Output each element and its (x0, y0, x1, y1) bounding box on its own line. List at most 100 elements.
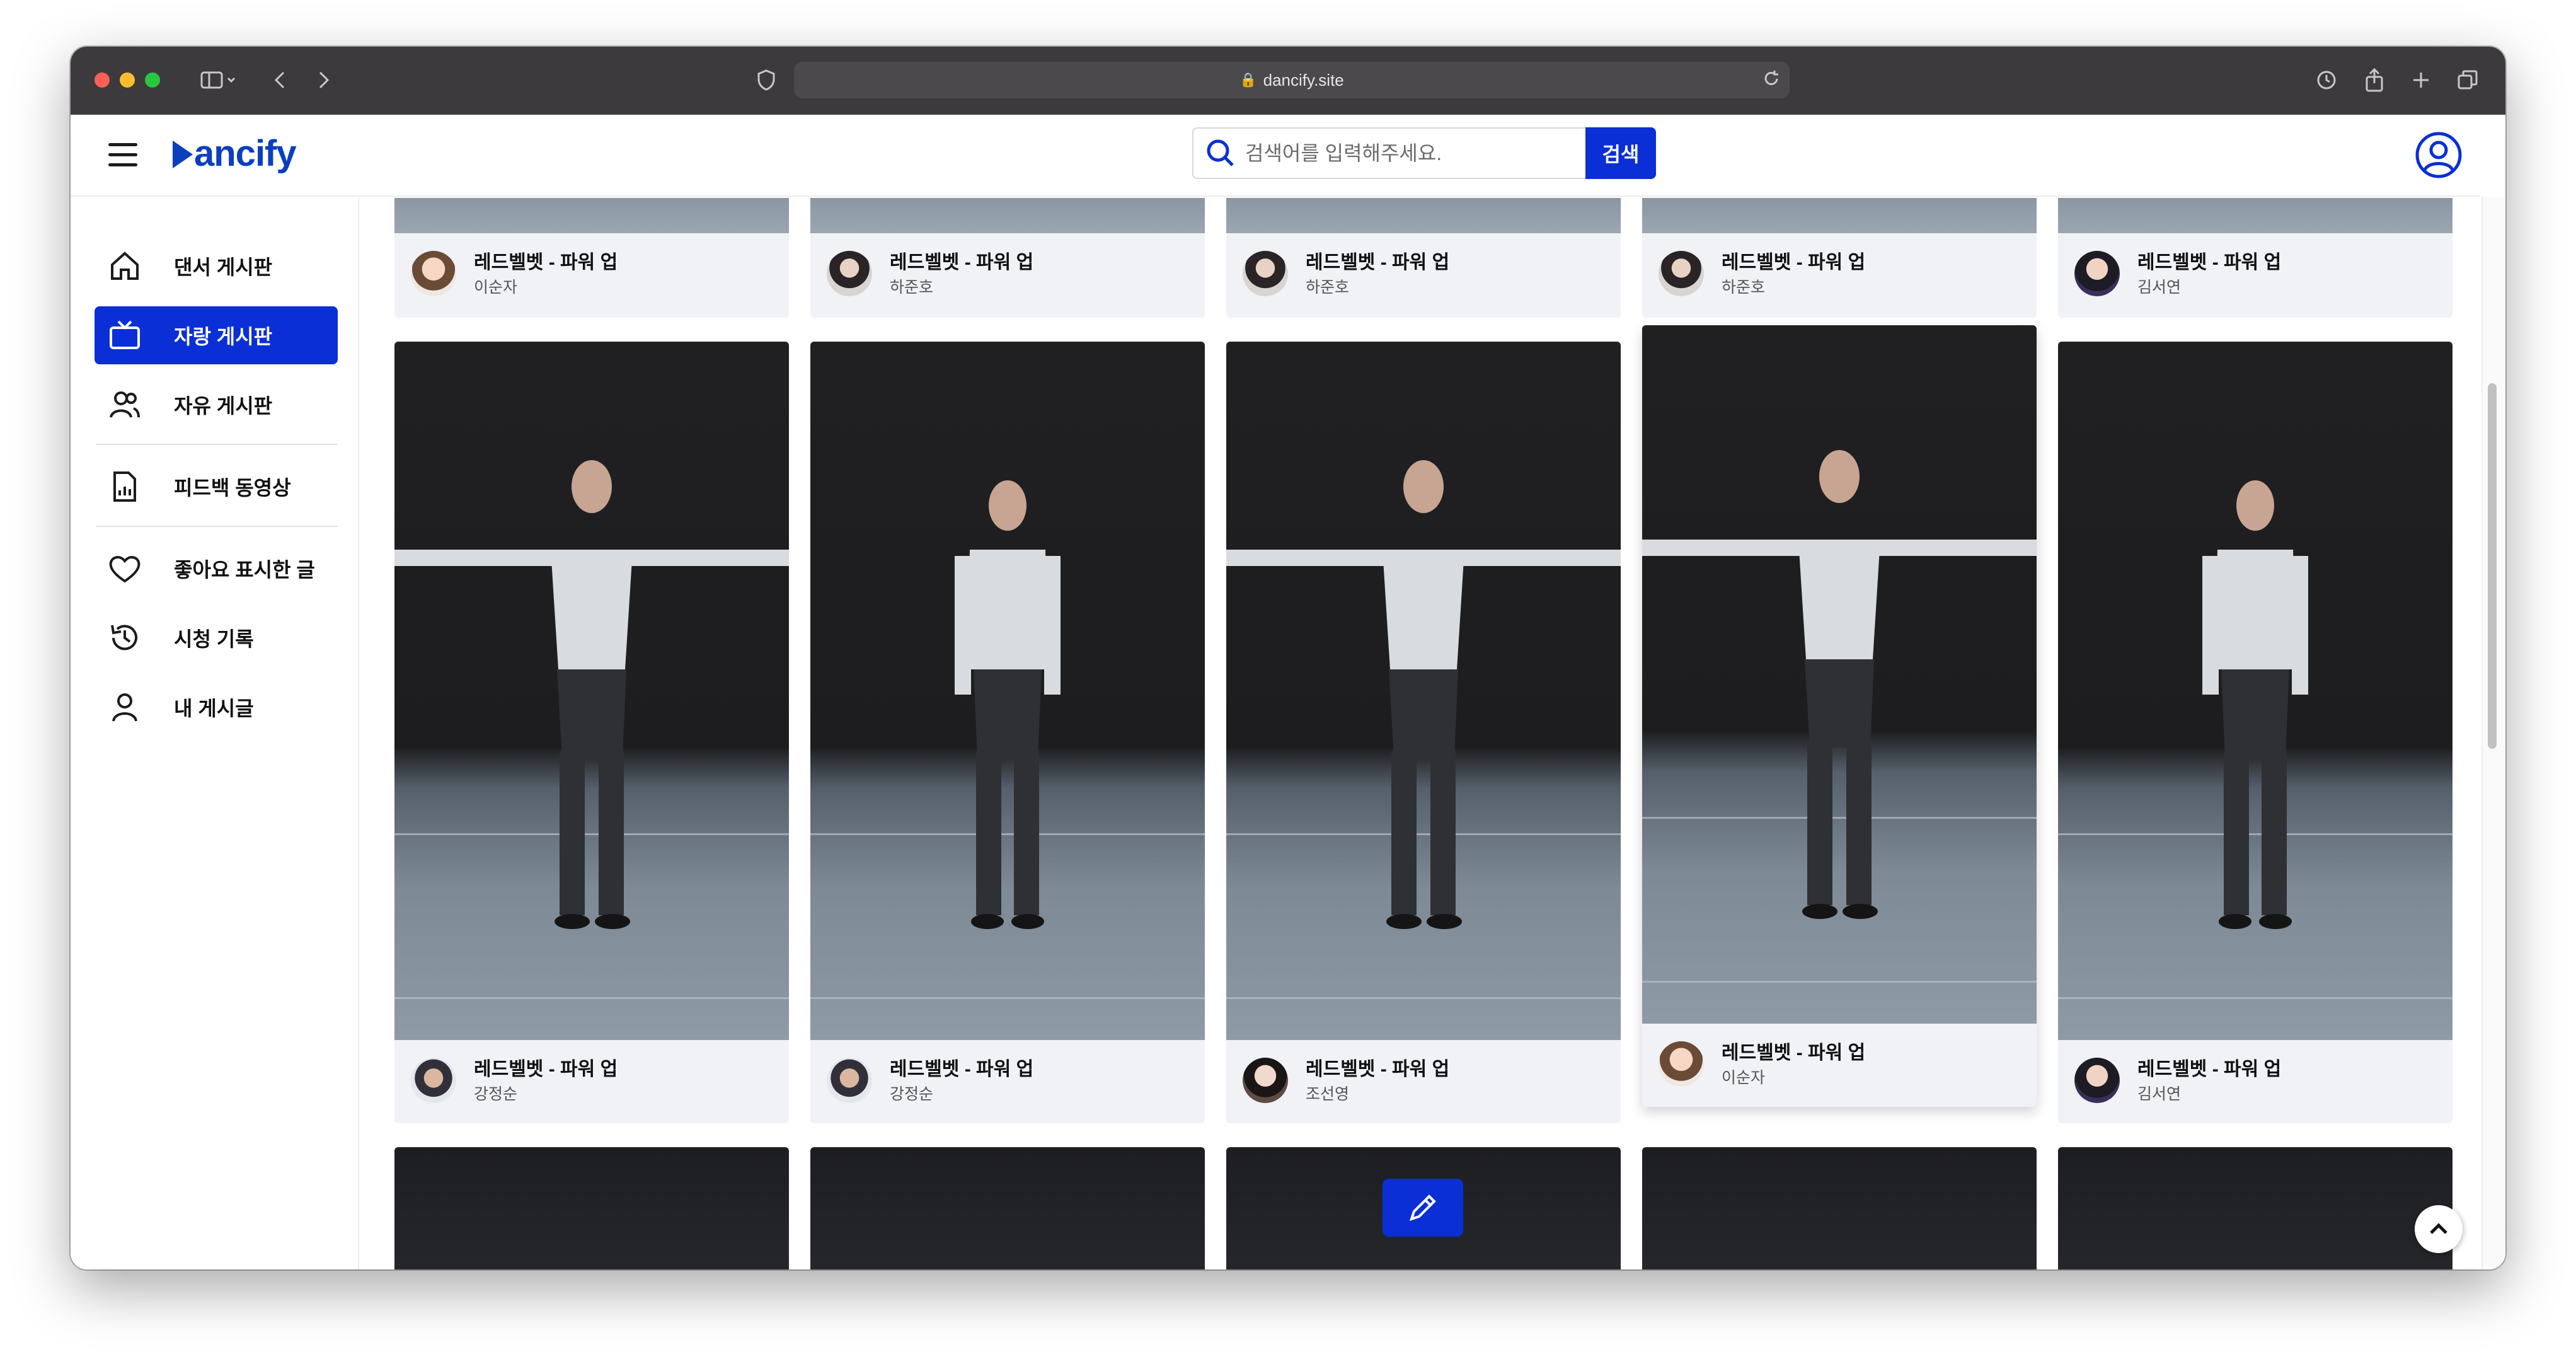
video-thumbnail[interactable] (394, 342, 789, 1040)
video-thumbnail[interactable] (1226, 342, 1621, 1040)
post-title[interactable]: 레드벨벳 - 파워 업 (474, 1058, 618, 1082)
profile-icon[interactable] (2415, 131, 2463, 182)
heart-icon (106, 550, 144, 587)
post-author[interactable]: 하준호 (1722, 276, 1865, 299)
post-author[interactable]: 김서연 (2137, 276, 2281, 299)
share-icon[interactable] (2360, 66, 2388, 95)
post-author[interactable]: 강정순 (474, 1083, 618, 1106)
search-button[interactable]: 검색 (1585, 127, 1656, 179)
avatar[interactable] (1659, 1041, 1704, 1087)
post-card[interactable]: 레드벨벳 - 파워 업 하준호 (1642, 198, 2037, 318)
post-title[interactable]: 레드벨벳 - 파워 업 (1306, 1058, 1449, 1082)
post-card[interactable]: 레드벨벳 - 파워 업 조선영 (1226, 342, 1621, 1123)
post-author[interactable]: 이순자 (1722, 1066, 1865, 1089)
floor-line (2058, 997, 2452, 999)
post-author[interactable]: 하준호 (1306, 276, 1449, 299)
video-thumbnail[interactable] (810, 342, 1205, 1040)
post-card[interactable]: 레드벨벳 - 파워 업 이순자 (394, 198, 789, 318)
scrollbar-thumb[interactable] (2488, 383, 2497, 749)
post-card[interactable] (1642, 1147, 2037, 1269)
post-card[interactable]: 레드벨벳 - 파워 업 강정순 (394, 342, 789, 1123)
avatar[interactable] (1243, 1058, 1288, 1103)
video-thumbnail[interactable] (1226, 198, 1621, 233)
post-card[interactable]: 레드벨벳 - 파워 업 김서연 (2058, 342, 2452, 1123)
post-title[interactable]: 레드벨벳 - 파워 업 (2137, 251, 2281, 275)
search-bar: 검색 (1192, 127, 1656, 179)
video-thumbnail[interactable] (2058, 1147, 2452, 1269)
sidebar-item-liked-posts[interactable]: 좋아요 표시한 글 (95, 540, 338, 598)
logo[interactable]: ancify (173, 132, 297, 175)
video-thumbnail[interactable] (810, 198, 1205, 233)
avatar[interactable] (1243, 251, 1288, 296)
forward-icon[interactable] (311, 66, 336, 95)
post-author[interactable]: 조선영 (1306, 1083, 1449, 1106)
post-title[interactable]: 레드벨벳 - 파워 업 (890, 1058, 1033, 1082)
sidebar-item-free-board[interactable]: 자유 게시판 (95, 376, 338, 434)
post-card[interactable]: 레드벨벳 - 파워 업 강정순 (810, 342, 1205, 1123)
search-box[interactable] (1192, 127, 1585, 179)
post-title[interactable]: 레드벨벳 - 파워 업 (1306, 251, 1449, 275)
avatar[interactable] (827, 251, 872, 296)
sidebar-item-feedback-videos[interactable]: 피드백 동영상 (95, 458, 338, 516)
document-chart-icon (106, 468, 144, 506)
post-author[interactable]: 김서연 (2137, 1083, 2281, 1106)
tab-overview-icon[interactable] (2454, 66, 2481, 95)
floor-line (810, 997, 1205, 999)
sidebar-divider (96, 444, 338, 445)
zoom-window-button[interactable] (145, 72, 160, 88)
avatar[interactable] (1659, 251, 1704, 296)
sidebar-toggle-icon[interactable] (194, 66, 244, 95)
address-bar[interactable]: 🔒 dancify.site (794, 62, 1790, 98)
video-thumbnail[interactable] (810, 1147, 1205, 1269)
new-tab-icon[interactable] (2407, 66, 2435, 95)
post-author[interactable]: 하준호 (890, 276, 1033, 299)
video-thumbnail[interactable] (394, 198, 789, 233)
sidebar-item-showoff-board[interactable]: 자랑 게시판 (95, 306, 338, 364)
sidebar-item-dancer-board[interactable]: 댄서 게시판 (95, 237, 338, 295)
post-meta: 레드벨벳 - 파워 업 하준호 (810, 233, 1205, 316)
post-card[interactable]: 레드벨벳 - 파워 업 하준호 (1226, 198, 1621, 318)
scroll-to-top-button[interactable] (2415, 1205, 2463, 1253)
post-card[interactable]: 레드벨벳 - 파워 업 김서연 (2058, 198, 2452, 318)
avatar[interactable] (411, 1058, 456, 1103)
floor-line (1642, 981, 2037, 983)
post-card[interactable] (394, 1147, 789, 1269)
avatar[interactable] (827, 1058, 872, 1103)
video-thumbnail[interactable] (2058, 342, 2452, 1040)
post-title[interactable]: 레드벨벳 - 파워 업 (890, 251, 1033, 275)
video-thumbnail[interactable] (394, 1147, 789, 1269)
sidebar-item-my-posts[interactable]: 내 게시글 (95, 678, 338, 736)
tv-icon (106, 316, 144, 354)
video-thumbnail[interactable] (2058, 198, 2452, 233)
avatar[interactable] (411, 251, 456, 296)
sidebar-item-watch-history[interactable]: 시청 기록 (95, 609, 338, 667)
post-card[interactable] (2058, 1147, 2452, 1269)
search-input[interactable] (1245, 141, 1560, 165)
privacy-shield-icon[interactable] (752, 66, 780, 95)
post-title[interactable]: 레드벨벳 - 파워 업 (1722, 251, 1865, 275)
avatar[interactable] (2074, 251, 2120, 296)
reload-icon[interactable] (1762, 69, 1781, 93)
post-title[interactable]: 레드벨벳 - 파워 업 (1722, 1041, 1865, 1065)
post-meta: 레드벨벳 - 파워 업 조선영 (1226, 1040, 1621, 1123)
chevron-up-icon (2430, 1223, 2447, 1234)
sidebar: 댄서 게시판 자랑 게시판 자유 게시판 피드백 동영상 좋아요 표시한 글 시… (71, 198, 359, 1269)
write-post-button[interactable] (1383, 1179, 1463, 1237)
post-author[interactable]: 강정순 (890, 1083, 1033, 1106)
post-title[interactable]: 레드벨벳 - 파워 업 (474, 251, 618, 275)
post-card-hovered[interactable]: 레드벨벳 - 파워 업 이순자 (1642, 325, 2037, 1107)
sidebar-item-label: 내 게시글 (174, 697, 254, 720)
video-thumbnail[interactable] (1642, 198, 2037, 233)
history-clock-icon[interactable] (2313, 66, 2340, 95)
post-author[interactable]: 이순자 (474, 276, 618, 299)
post-title[interactable]: 레드벨벳 - 파워 업 (2137, 1058, 2281, 1082)
menu-icon[interactable] (108, 143, 137, 168)
video-thumbnail[interactable] (1642, 325, 2037, 1024)
avatar[interactable] (2074, 1058, 2120, 1103)
minimize-window-button[interactable] (120, 72, 135, 88)
video-thumbnail[interactable] (1642, 1147, 2037, 1269)
back-icon[interactable] (267, 66, 292, 95)
post-card[interactable] (810, 1147, 1205, 1269)
close-window-button[interactable] (95, 72, 110, 88)
post-card[interactable]: 레드벨벳 - 파워 업 하준호 (810, 198, 1205, 318)
